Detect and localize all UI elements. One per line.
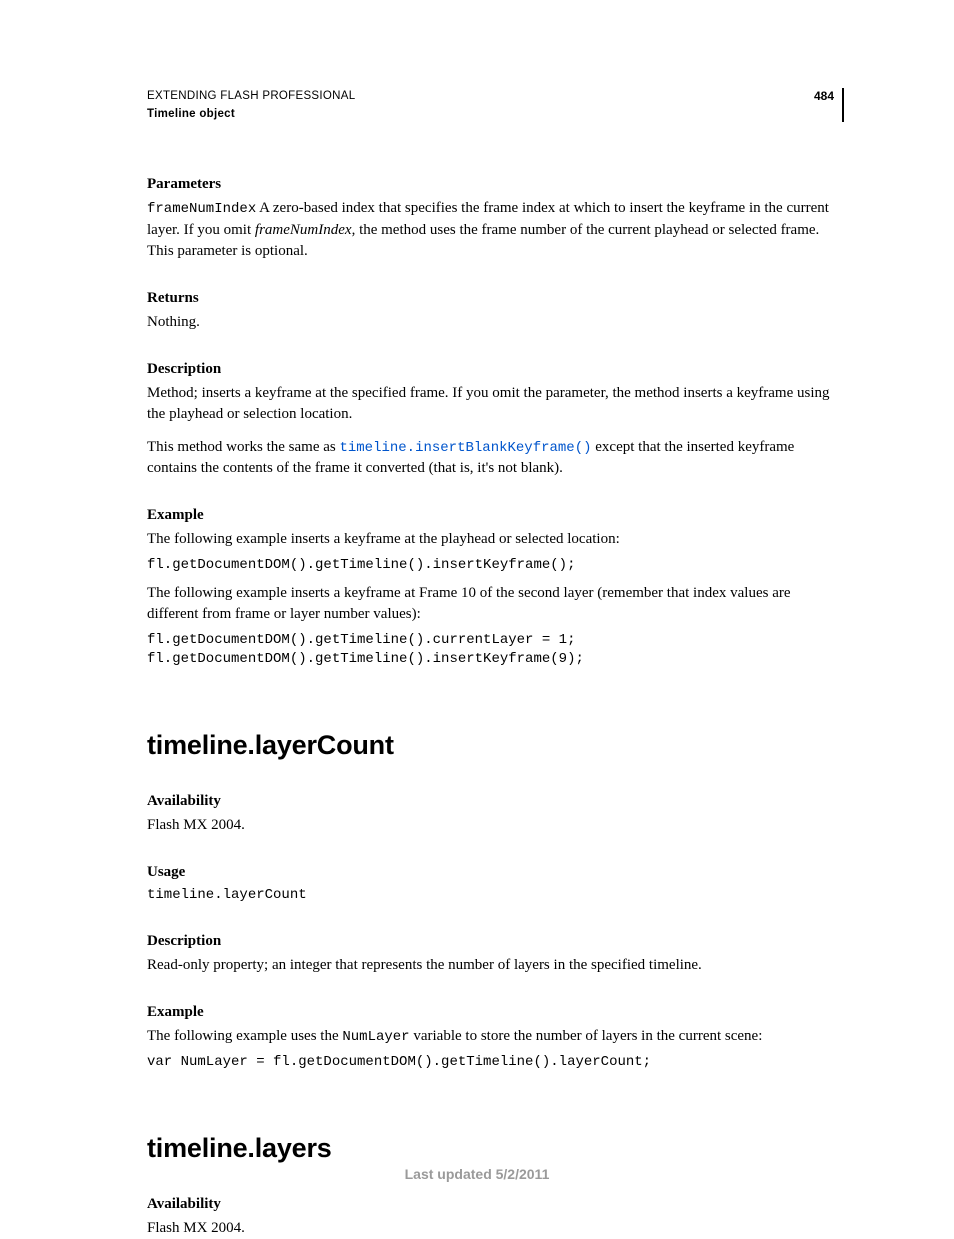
section-layercount: Availability Flash MX 2004. Usage timeli… xyxy=(147,791,844,1072)
example-intro-lc: The following example uses the NumLayer … xyxy=(147,1026,844,1048)
usage-heading: Usage xyxy=(147,862,844,883)
desc2-a: This method works the same as xyxy=(147,439,339,455)
returns-heading: Returns xyxy=(147,288,844,309)
header-right: 484 xyxy=(814,88,844,122)
param-name-italic: frameNumIndex xyxy=(255,222,352,238)
param-name-code: frameNumIndex xyxy=(147,201,256,217)
example-heading: Example xyxy=(147,505,844,526)
availability-heading-3: Availability xyxy=(147,1194,844,1215)
description-heading-2: Description xyxy=(147,931,844,952)
description-text-lc: Read-only property; an integer that repr… xyxy=(147,955,844,976)
section-insertkeyframe-continued: Parameters frameNumIndex A zero-based in… xyxy=(147,174,844,669)
section-layers: Availability Flash MX 2004. xyxy=(147,1194,844,1239)
example-intro-1: The following example inserts a keyframe… xyxy=(147,529,844,550)
insert-blank-keyframe-link[interactable]: timeline.insertBlankKeyframe() xyxy=(339,440,591,456)
doc-subtitle: Timeline object xyxy=(147,106,355,122)
page-header: EXTENDING FLASH PROFESSIONAL Timeline ob… xyxy=(147,88,844,122)
example-intro-2: The following example inserts a keyframe… xyxy=(147,583,844,625)
header-left: EXTENDING FLASH PROFESSIONAL Timeline ob… xyxy=(147,88,355,122)
api-title-layercount: timeline.layerCount xyxy=(147,727,844,765)
example-intro-b: variable to store the number of layers i… xyxy=(410,1028,763,1044)
description-text-2: This method works the same as timeline.i… xyxy=(147,437,844,480)
parameters-text: frameNumIndex A zero-based index that sp… xyxy=(147,198,844,262)
example-code-2: fl.getDocumentDOM().getTimeline().curren… xyxy=(147,631,844,669)
parameters-heading: Parameters xyxy=(147,174,844,195)
usage-code: timeline.layerCount xyxy=(147,886,844,905)
example-heading-2: Example xyxy=(147,1002,844,1023)
page-footer: Last updated 5/2/2011 xyxy=(0,1165,954,1185)
returns-text: Nothing. xyxy=(147,312,844,333)
example-intro-a: The following example uses the xyxy=(147,1028,342,1044)
doc-title: EXTENDING FLASH PROFESSIONAL xyxy=(147,88,355,104)
page-rule xyxy=(842,88,844,122)
availability-text: Flash MX 2004. xyxy=(147,815,844,836)
availability-text-3: Flash MX 2004. xyxy=(147,1218,844,1239)
example-code-1: fl.getDocumentDOM().getTimeline().insert… xyxy=(147,556,844,575)
description-heading: Description xyxy=(147,359,844,380)
api-title-layers: timeline.layers xyxy=(147,1130,844,1168)
availability-heading: Availability xyxy=(147,791,844,812)
example-code-lc: var NumLayer = fl.getDocumentDOM().getTi… xyxy=(147,1053,844,1072)
example-intro-code: NumLayer xyxy=(342,1029,409,1045)
description-text-1: Method; inserts a keyframe at the specif… xyxy=(147,383,844,425)
page-number: 484 xyxy=(814,88,842,105)
